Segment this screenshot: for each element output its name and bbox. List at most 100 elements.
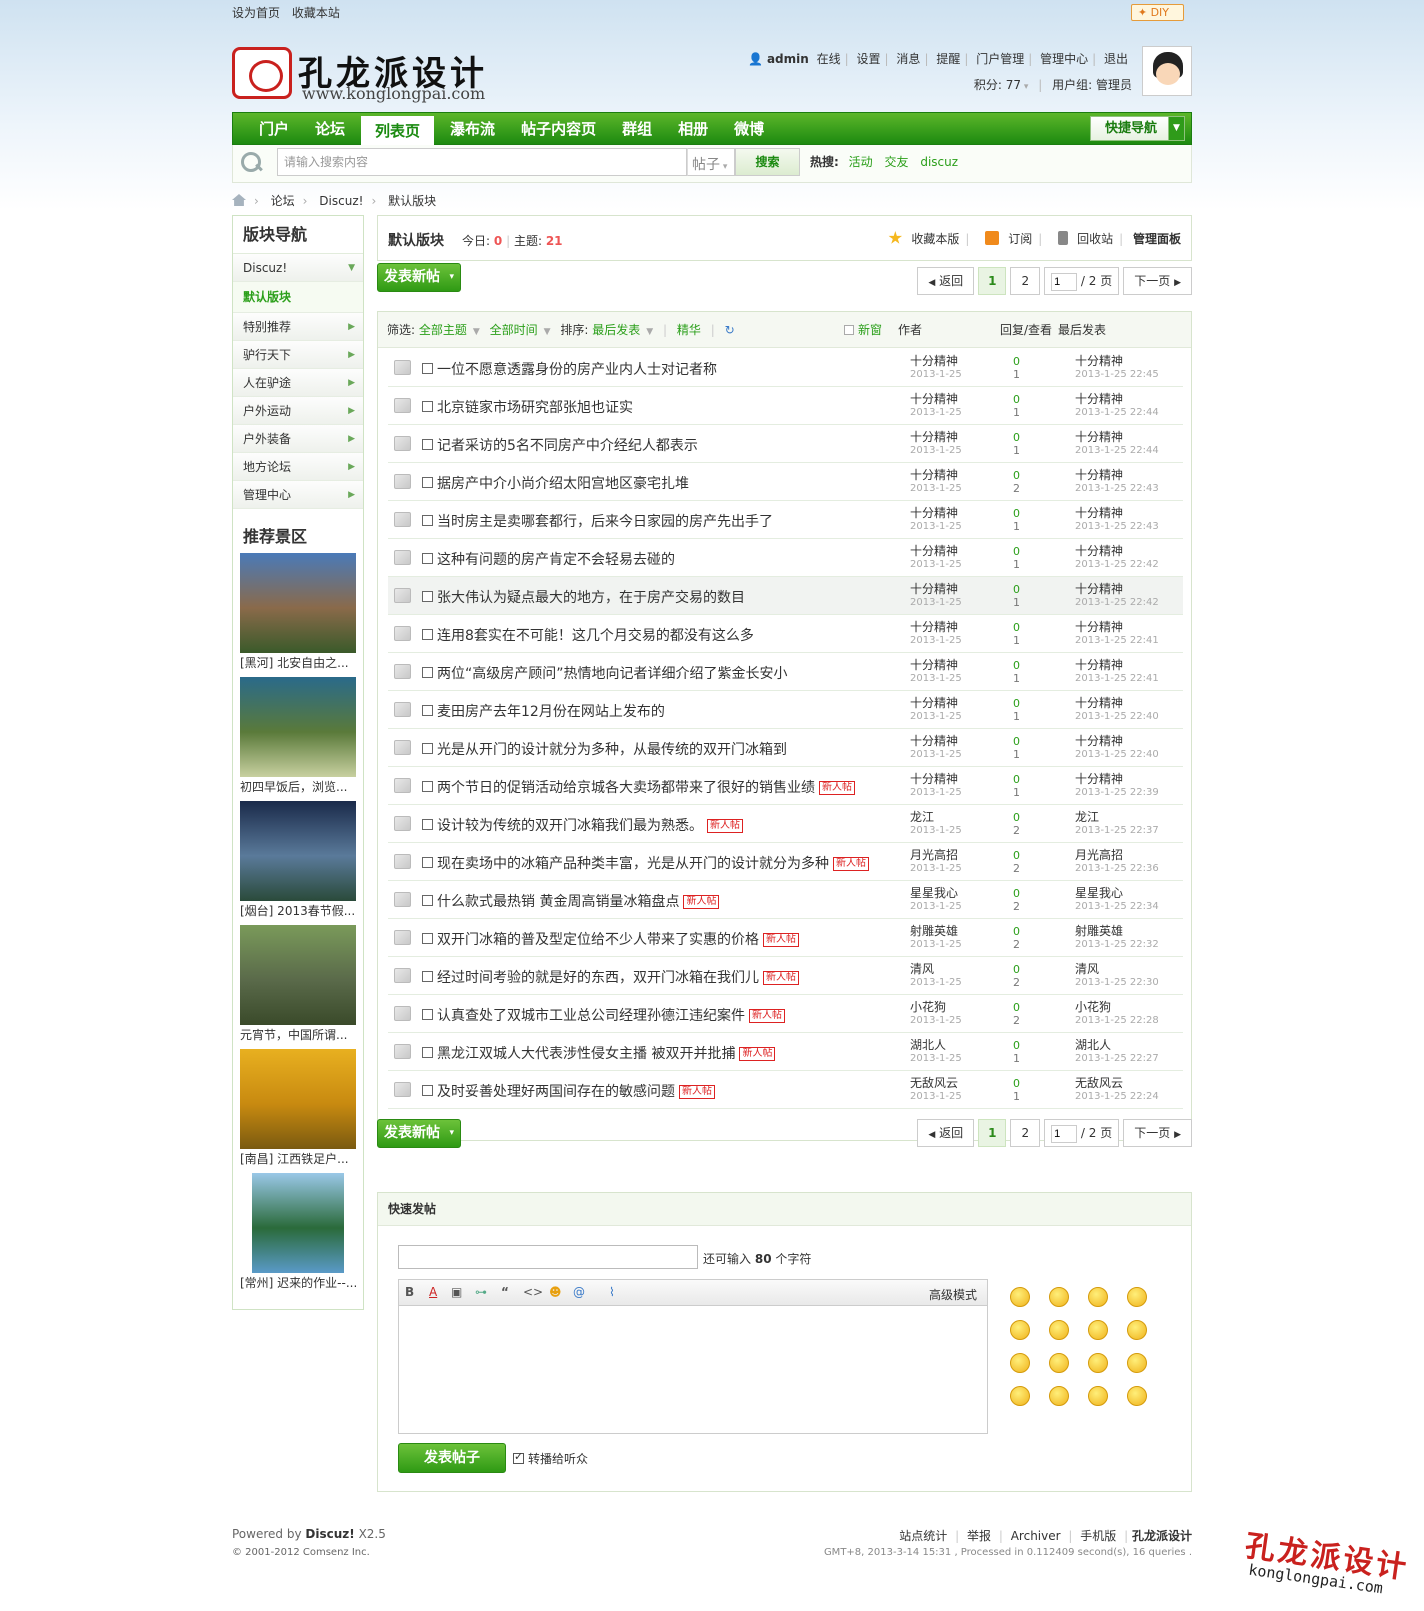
favorite-forum-button[interactable]: 收藏本版 — [882, 231, 959, 246]
pager-page-2[interactable]: 2 — [1010, 1119, 1041, 1147]
smiley-icon[interactable] — [1010, 1287, 1030, 1307]
thread-icon[interactable] — [394, 778, 411, 793]
last-time[interactable]: 2013-1-25 22:27 — [1075, 1052, 1159, 1065]
last-author[interactable]: 无敌风云 — [1075, 1076, 1123, 1090]
attach-icon[interactable]: ⌇ — [609, 1285, 615, 1299]
nav-item-list[interactable]: 列表页 — [361, 116, 435, 146]
last-author[interactable]: 十分精神 — [1075, 582, 1123, 596]
thread-checkbox[interactable] — [422, 781, 433, 792]
pager-input[interactable] — [1051, 1125, 1078, 1143]
pager-input[interactable] — [1051, 273, 1078, 291]
nav-item-thread[interactable]: 帖子内容页 — [511, 113, 606, 146]
thread-checkbox[interactable] — [422, 1009, 433, 1020]
thread-checkbox[interactable] — [422, 667, 433, 678]
last-time[interactable]: 2013-1-25 22:34 — [1075, 900, 1159, 913]
thread-icon[interactable] — [394, 968, 411, 983]
thread-title[interactable]: 张大伟认为疑点最大的地方，在于房产交易的数目 — [437, 590, 745, 606]
thread-icon[interactable] — [394, 740, 411, 755]
reply-count[interactable]: 0 — [1013, 811, 1020, 824]
manage-panel-link[interactable]: 管理面板 — [1133, 232, 1181, 246]
reply-count[interactable]: 0 — [1013, 887, 1020, 900]
reply-count[interactable]: 0 — [1013, 355, 1020, 368]
author-name[interactable]: 十分精神 — [910, 506, 958, 520]
smiley-icon[interactable] — [1049, 1386, 1069, 1406]
image-icon[interactable]: ▣ — [451, 1285, 462, 1299]
recommend-item[interactable]: [烟台] 2013春节假... — [240, 801, 356, 925]
quick-nav-button[interactable]: 快捷导航 ▼ — [1090, 116, 1185, 141]
thread-icon[interactable] — [394, 816, 411, 831]
portal-admin-link[interactable]: 门户管理 — [976, 52, 1024, 66]
thread-checkbox[interactable] — [422, 705, 433, 716]
thread-title[interactable]: 设计较为传统的双开门冰箱我们最为熟悉。 — [437, 818, 703, 834]
last-time[interactable]: 2013-1-25 22:41 — [1075, 672, 1159, 685]
last-author[interactable]: 十分精神 — [1075, 696, 1123, 710]
smiley-icon[interactable] — [1127, 1320, 1147, 1340]
filter-all-threads[interactable]: 全部主题 — [419, 323, 467, 337]
last-author[interactable]: 星星我心 — [1075, 886, 1123, 900]
last-time[interactable]: 2013-1-25 22:45 — [1075, 368, 1159, 381]
author-name[interactable]: 射雕英雄 — [910, 924, 958, 938]
author-name[interactable]: 十分精神 — [910, 354, 958, 368]
set-home-link[interactable]: 设为首页 — [232, 6, 280, 20]
author-name[interactable]: 湖北人 — [910, 1038, 946, 1052]
reply-count[interactable]: 0 — [1013, 963, 1020, 976]
hot-word-1[interactable]: 活动 — [849, 155, 873, 169]
scenic-caption[interactable]: [烟台] 2013春节假... — [240, 901, 356, 925]
thread-title[interactable]: 黑龙江双城人大代表涉性侵女主播 被双开并批捕 — [437, 1046, 735, 1062]
thread-icon[interactable] — [394, 474, 411, 489]
author-name[interactable]: 十分精神 — [910, 620, 958, 634]
thread-icon[interactable] — [394, 436, 411, 451]
smiley-icon[interactable] — [1088, 1320, 1108, 1340]
smiley-icon[interactable] — [1127, 1353, 1147, 1373]
scenic-photo[interactable] — [240, 1049, 356, 1149]
last-time[interactable]: 2013-1-25 22:40 — [1075, 710, 1159, 723]
thread-title[interactable]: 认真查处了双城市工业总公司经理孙德江违纪案件 — [437, 1008, 745, 1024]
sidebar-item-local[interactable]: 地方论坛 ▶ — [233, 453, 363, 481]
thread-title[interactable]: 两位“高级房产顾问”热情地向记者详细介绍了紫金长安小 — [437, 666, 788, 682]
sidebar-item-discuz[interactable]: Discuz! ▼ — [233, 254, 363, 282]
last-time[interactable]: 2013-1-25 22:36 — [1075, 862, 1159, 875]
smiley-icon[interactable] — [1049, 1287, 1069, 1307]
bold-icon[interactable]: B — [405, 1285, 414, 1299]
scenic-caption[interactable]: [南昌] 江西铁足户... — [240, 1149, 356, 1173]
thread-checkbox[interactable] — [422, 477, 433, 488]
hot-word-3[interactable]: discuz — [920, 155, 958, 169]
last-author[interactable]: 月光高招 — [1075, 848, 1123, 862]
author-name[interactable]: 星星我心 — [910, 886, 958, 900]
thread-title[interactable]: 记者采访的5名不同房产中介经纪人都表示 — [437, 438, 698, 454]
footer-link-stats[interactable]: 站点统计 — [899, 1529, 947, 1543]
pager-next[interactable]: 下一页 ▶ — [1123, 1119, 1192, 1147]
thread-title[interactable]: 据房产中介小尚介绍太阳宫地区豪宅扎堆 — [437, 476, 689, 492]
new-window-toggle[interactable]: 新窗 — [844, 312, 882, 348]
thread-checkbox[interactable] — [422, 819, 433, 830]
admin-center-link[interactable]: 管理中心 — [1040, 52, 1088, 66]
author-name[interactable]: 十分精神 — [910, 430, 958, 444]
thread-checkbox[interactable] — [422, 1047, 433, 1058]
thread-checkbox[interactable] — [422, 933, 433, 944]
recommend-item[interactable]: 初四早饭后，浏览... — [240, 677, 356, 801]
smiley-icon[interactable] — [1049, 1353, 1069, 1373]
nav-item-waterfall[interactable]: 瀑布流 — [440, 113, 505, 146]
editor-textarea[interactable] — [399, 1306, 987, 1433]
submit-post-button[interactable]: 发表帖子 — [398, 1443, 506, 1473]
recycle-button[interactable]: 回收站 — [1052, 231, 1113, 246]
smiley-icon[interactable] — [1010, 1353, 1030, 1373]
author-name[interactable]: 十分精神 — [910, 392, 958, 406]
reply-count[interactable]: 0 — [1013, 1001, 1020, 1014]
quote-icon[interactable]: “ — [501, 1285, 509, 1299]
pager-back[interactable]: ◀ 返回 — [917, 1119, 975, 1147]
recommend-item[interactable]: 元宵节，中国所谓... — [240, 925, 356, 1049]
scenic-caption[interactable]: 元宵节，中国所谓... — [240, 1025, 356, 1049]
author-name[interactable]: 十分精神 — [910, 658, 958, 672]
broadcast-checkbox[interactable]: 转播给听众 — [513, 1450, 588, 1467]
thread-checkbox[interactable] — [422, 895, 433, 906]
sort-select[interactable]: 最后发表 — [592, 323, 640, 337]
avatar[interactable] — [1142, 46, 1192, 96]
reply-count[interactable]: 0 — [1013, 583, 1020, 596]
author-name[interactable]: 十分精神 — [910, 582, 958, 596]
author-name[interactable]: 月光高招 — [910, 848, 958, 862]
pager-next[interactable]: 下一页 ▶ — [1123, 267, 1192, 295]
new-thread-button-bottom[interactable]: 发表新帖 — [377, 1119, 461, 1148]
thread-checkbox[interactable] — [422, 1085, 433, 1096]
thread-icon[interactable] — [394, 588, 411, 603]
